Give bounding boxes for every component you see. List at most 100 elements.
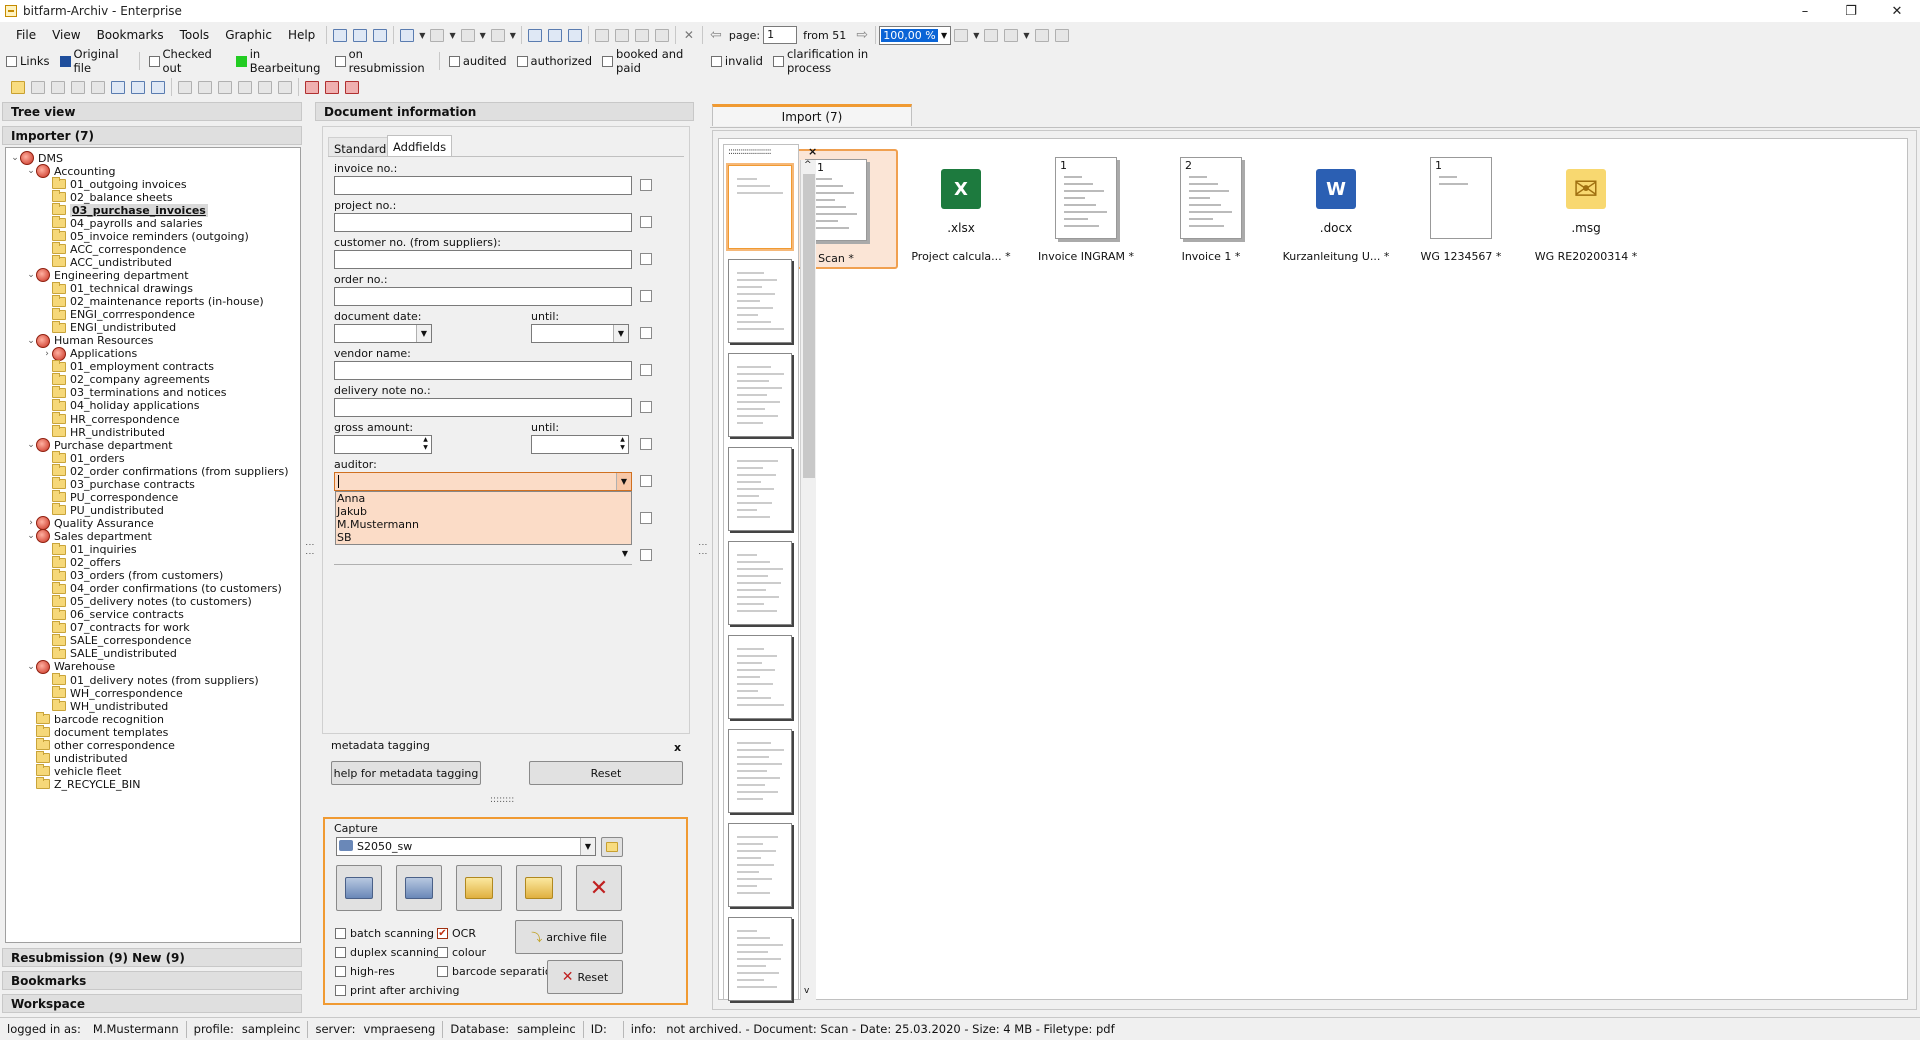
zoom-select[interactable]: 100,00 % ▼ xyxy=(879,25,952,45)
fit-width-icon[interactable] xyxy=(951,25,971,45)
filter-3[interactable]: in Bearbeitung xyxy=(230,47,325,75)
import-folder-button[interactable] xyxy=(456,865,502,911)
delivery-note-checkbox[interactable] xyxy=(640,401,652,413)
menu-view[interactable]: View xyxy=(44,22,88,48)
layout-left-icon[interactable] xyxy=(330,25,350,45)
doc-icon[interactable] xyxy=(68,77,88,97)
filter-2[interactable]: Checked out xyxy=(143,47,226,75)
extra-field2-checkbox[interactable] xyxy=(640,549,652,561)
filter-checkbox[interactable] xyxy=(602,55,614,67)
scanner-settings-button[interactable] xyxy=(601,837,623,857)
page-thumbnail[interactable] xyxy=(728,635,792,719)
filter-9[interactable]: clarification in process xyxy=(767,47,902,75)
filter-checkbox[interactable] xyxy=(772,55,784,67)
import-document[interactable]: X .xlsx Project calcula... * xyxy=(899,149,1023,269)
page-tool3-icon[interactable] xyxy=(632,25,652,45)
scroll-down-icon[interactable]: v xyxy=(804,986,809,996)
filter-checkbox[interactable] xyxy=(516,55,528,67)
page-tool2-icon[interactable] xyxy=(612,25,632,45)
tool-d-icon[interactable] xyxy=(235,77,255,97)
invoice-no-input[interactable] xyxy=(334,176,632,195)
duplex-option[interactable]: duplex scanning xyxy=(335,946,440,959)
menu-graphic[interactable]: Graphic xyxy=(217,22,280,48)
page-tool4-icon[interactable] xyxy=(652,25,672,45)
copy-icon[interactable] xyxy=(28,77,48,97)
panel-splitter[interactable]: :::::::: xyxy=(490,795,514,805)
batch-scanning-option[interactable]: batch scanning xyxy=(335,927,434,940)
highres-checkbox[interactable] xyxy=(335,966,346,977)
middle-splitter[interactable]: ⋮⋮ xyxy=(697,540,707,558)
auditor-option[interactable]: Anna xyxy=(336,492,631,505)
archive-file-button[interactable]: ⤵ archive file xyxy=(515,920,623,954)
gross-amount-checkbox[interactable] xyxy=(640,438,652,450)
barcode-separation-checkbox[interactable] xyxy=(437,966,448,977)
delivery-note-input[interactable] xyxy=(334,398,632,417)
key-icon[interactable] xyxy=(8,77,28,97)
page-thumbnail[interactable] xyxy=(728,823,792,907)
scrollbar-thumb[interactable] xyxy=(803,174,815,478)
order-no-input[interactable] xyxy=(334,287,632,306)
customer-no-input[interactable] xyxy=(334,250,632,269)
filter-7[interactable]: booked and paid xyxy=(596,47,701,75)
save-icon[interactable] xyxy=(397,25,417,45)
filter-checkbox[interactable] xyxy=(6,55,17,67)
users-icon[interactable] xyxy=(302,77,322,97)
filter-1[interactable]: Original file xyxy=(54,47,132,75)
calendar-dropdown-icon[interactable]: ▼ xyxy=(416,325,431,342)
close-window-button[interactable]: ✕ xyxy=(1874,0,1920,22)
tab-addfields[interactable]: Addfields xyxy=(387,135,453,157)
spin-arrows-icon[interactable]: ▲ ▼ xyxy=(421,436,430,453)
gross-amount-input[interactable]: ▲ ▼ xyxy=(334,435,432,454)
rotate-right-icon[interactable] xyxy=(565,25,585,45)
filter-4[interactable]: on resubmission xyxy=(329,47,432,75)
tree-item[interactable]: Z_RECYCLE_BIN xyxy=(26,776,141,792)
batch-scanning-checkbox[interactable] xyxy=(335,928,346,939)
tab-standard[interactable]: Standard xyxy=(328,137,393,157)
vendor-name-input[interactable] xyxy=(334,361,632,380)
metadata-help-button[interactable]: help for metadata tagging xyxy=(331,761,481,785)
amount-until-input[interactable]: ▲ ▼ xyxy=(531,435,629,454)
sync-icon[interactable] xyxy=(128,77,148,97)
tree-view-header[interactable]: Tree view xyxy=(2,102,302,121)
filter-checkbox[interactable] xyxy=(448,55,460,67)
auditor-option[interactable]: M.Mustermann xyxy=(336,518,631,531)
scroll-up-icon[interactable]: ^ xyxy=(804,160,812,170)
rotate-icon[interactable] xyxy=(545,25,565,45)
import-document[interactable]: W .docx Kurzanleitung U... * xyxy=(1274,149,1398,269)
print-option[interactable]: print after archiving xyxy=(335,984,459,997)
menu-bookmarks[interactable]: Bookmarks xyxy=(89,22,172,48)
extra-field-select[interactable]: ▼ xyxy=(334,546,632,565)
cancel-capture-button[interactable]: ✕ xyxy=(576,865,622,911)
order-no-checkbox[interactable] xyxy=(640,290,652,302)
menu-help[interactable]: Help xyxy=(280,22,323,48)
metadata-reset-button[interactable]: Reset xyxy=(529,761,683,785)
colour-option[interactable]: colour xyxy=(437,946,486,959)
chevron-down-icon[interactable]: ▼ xyxy=(616,473,631,490)
spin-arrows-icon[interactable]: ▲ ▼ xyxy=(618,436,627,453)
refresh-icon[interactable] xyxy=(108,77,128,97)
auditor-combobox[interactable]: ▼ xyxy=(334,472,632,491)
thumb-scrollbar[interactable]: ^ v xyxy=(800,160,816,1000)
filter-checkbox[interactable] xyxy=(148,55,160,67)
import-document[interactable]: 2 Invoice 1 * xyxy=(1149,149,1273,269)
layout-split-icon[interactable] xyxy=(370,25,390,45)
filter-0[interactable]: Links xyxy=(0,54,50,68)
users2-icon[interactable] xyxy=(322,77,342,97)
page-thumbnail[interactable] xyxy=(728,729,792,813)
lock-icon[interactable] xyxy=(275,77,295,97)
page-thumbnail[interactable] xyxy=(728,447,792,531)
workspace-header[interactable]: Workspace xyxy=(2,994,302,1013)
page-tool-icon[interactable] xyxy=(592,25,612,45)
ocr-checkbox-checked[interactable]: ✔ xyxy=(437,928,448,939)
extra-field-checkbox[interactable] xyxy=(640,512,652,524)
project-no-input[interactable] xyxy=(334,213,632,232)
highres-option[interactable]: high-res xyxy=(335,965,395,978)
filter-checkbox[interactable] xyxy=(334,55,346,67)
date-until-input[interactable]: ▼ xyxy=(531,324,629,343)
annotate-icon[interactable] xyxy=(1032,25,1052,45)
tool-a-icon[interactable] xyxy=(175,77,195,97)
maximize-button[interactable]: ❐ xyxy=(1828,0,1874,22)
capture-reset-button[interactable]: ✕ Reset xyxy=(547,960,623,994)
left-splitter[interactable]: ⋮⋮ xyxy=(304,540,314,558)
expand-toggle-icon[interactable]: › xyxy=(42,349,52,359)
